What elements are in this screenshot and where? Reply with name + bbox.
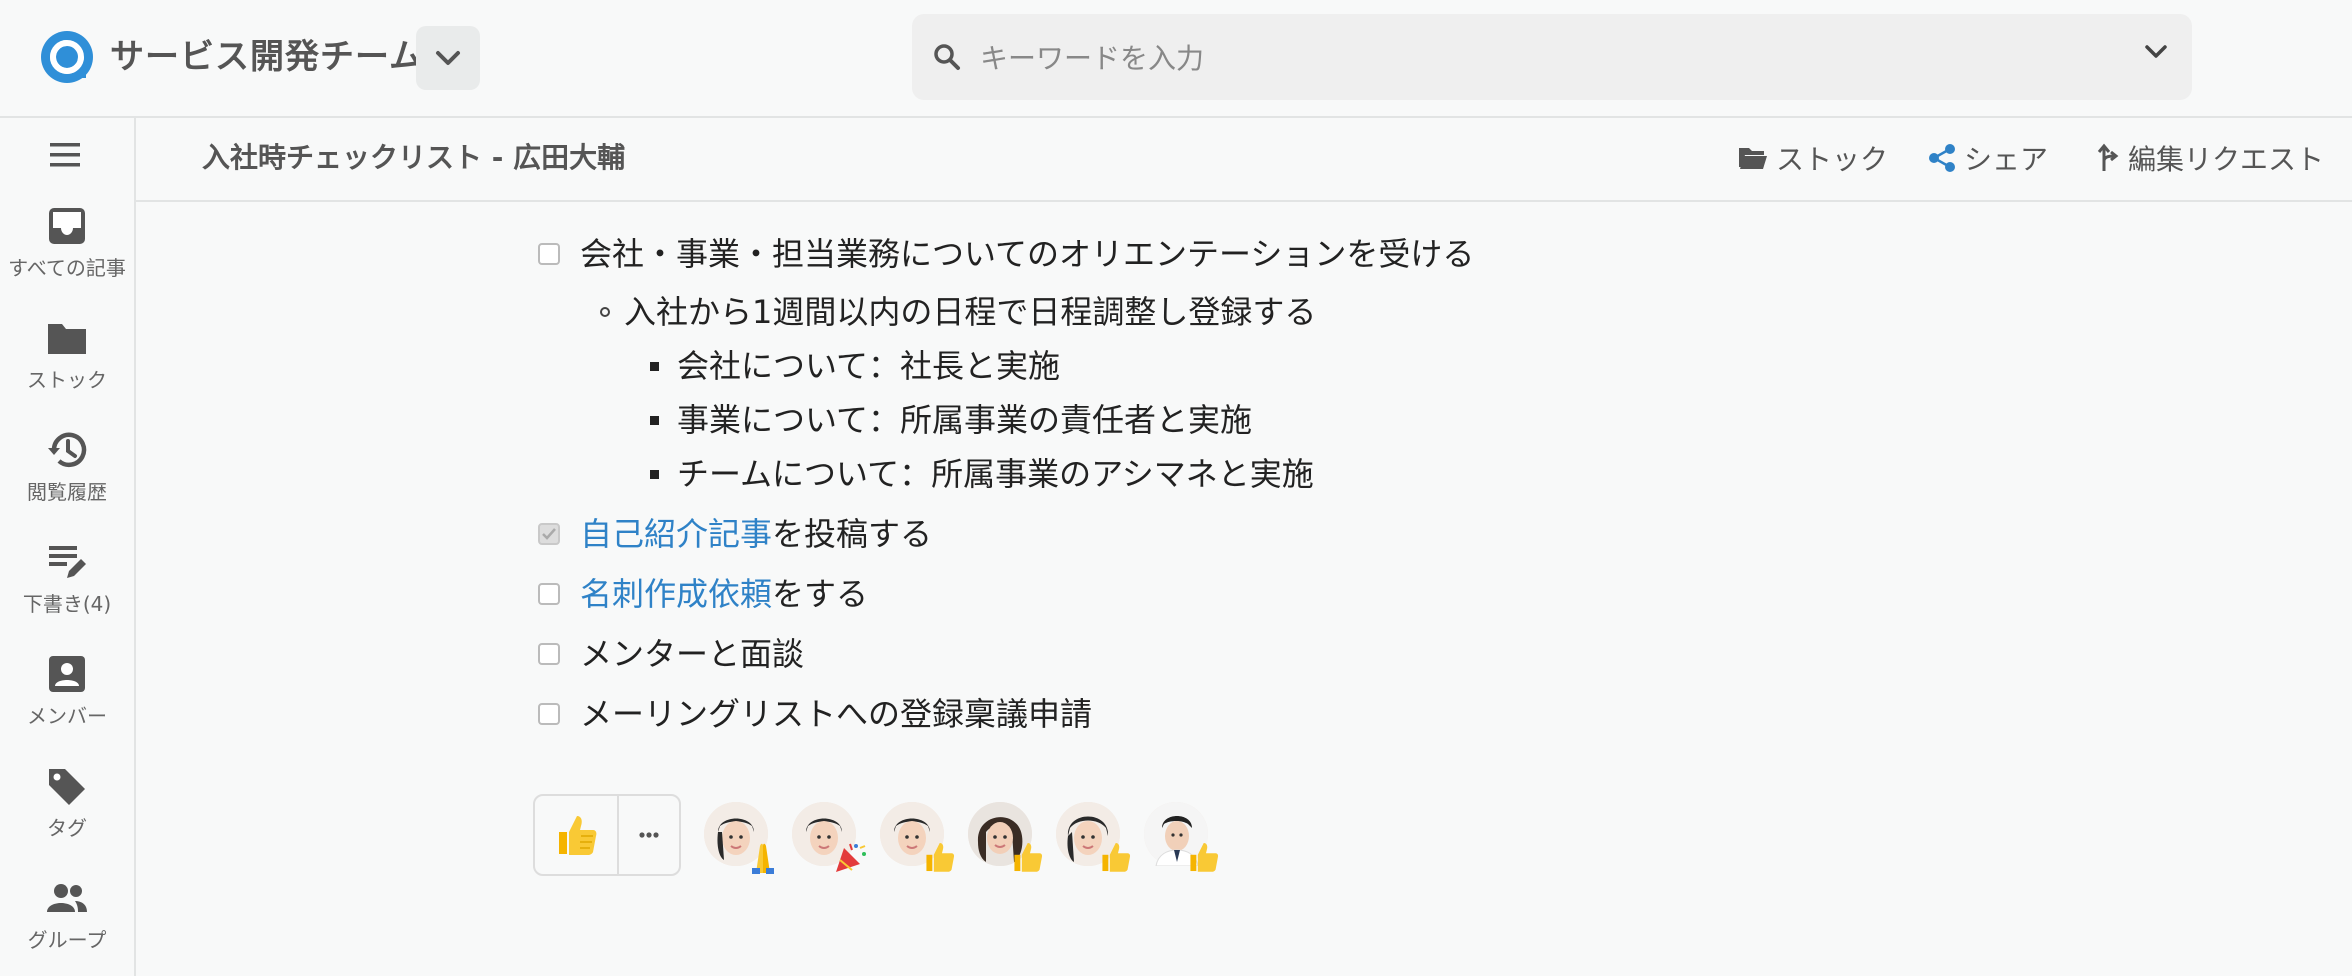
checklist-item-text: メンターと面談 bbox=[580, 635, 805, 673]
search-bar[interactable] bbox=[912, 14, 2192, 100]
checklist-item-text: をする bbox=[772, 575, 869, 613]
checkbox-checked[interactable] bbox=[538, 523, 560, 545]
checklist-item-text: を投稿する bbox=[772, 515, 933, 553]
sidebar: すべての記事 ストック 閲覧履歴 下書き(4) メンバー タグ グループ bbox=[0, 118, 136, 976]
stock-button[interactable]: ストック bbox=[1738, 138, 1888, 178]
like-button[interactable] bbox=[535, 796, 619, 874]
reaction-avatar[interactable] bbox=[792, 802, 866, 872]
list-item: 会社について：社長と実施 bbox=[650, 344, 1060, 388]
list-item-text: チームについて：所属事業のアシマネと実施 bbox=[677, 455, 1314, 493]
sidebar-item-label: 閲覧履歴 bbox=[27, 480, 107, 504]
list-item: 事業について：所属事業の責任者と実施 bbox=[650, 398, 1252, 442]
search-options-chevron-icon[interactable] bbox=[2144, 44, 2168, 60]
inbox-icon bbox=[49, 208, 85, 244]
folder-icon bbox=[48, 324, 86, 354]
sidebar-item-stock[interactable]: ストック bbox=[0, 316, 134, 393]
sidebar-item-groups[interactable]: グループ bbox=[0, 876, 134, 953]
app-logo-icon[interactable] bbox=[40, 30, 94, 84]
list-item-text: 会社について：社長と実施 bbox=[677, 347, 1061, 385]
circle-bullet-icon bbox=[600, 307, 610, 317]
thumbs-up-icon bbox=[559, 816, 597, 855]
team-switch-button[interactable] bbox=[416, 26, 480, 90]
checklist-item-text: 会社・事業・担当業務についてのオリエンテーションを受ける bbox=[580, 235, 1475, 273]
checklist-item-text: メーリングリストへの登録稟議申請 bbox=[580, 695, 1093, 733]
document-title: 入社時チェックリスト - 広田大輔 bbox=[202, 141, 626, 174]
reaction-avatar[interactable] bbox=[880, 802, 955, 872]
checkbox[interactable] bbox=[538, 583, 560, 605]
share-button-label: シェア bbox=[1964, 143, 2049, 176]
more-reactions-button[interactable] bbox=[619, 796, 679, 874]
search-icon bbox=[934, 44, 960, 70]
group-icon bbox=[47, 884, 87, 912]
list-item: 入社から1週間以内の日程で日程調整し登録する bbox=[600, 290, 1316, 334]
sidebar-item-drafts[interactable]: 下書き(4) bbox=[0, 540, 134, 617]
folder-open-icon bbox=[1739, 148, 1767, 169]
sidebar-item-all-articles[interactable]: すべての記事 bbox=[0, 204, 134, 281]
reaction-avatar[interactable] bbox=[968, 802, 1043, 872]
top-header: サービス開発チーム bbox=[0, 0, 2352, 118]
hamburger-menu-icon[interactable] bbox=[48, 140, 84, 170]
more-icon bbox=[639, 832, 659, 838]
thumbs-up-emoji-icon bbox=[1190, 842, 1219, 872]
checkmark-icon bbox=[542, 528, 556, 540]
team-name[interactable]: サービス開発チーム bbox=[110, 34, 424, 80]
square-bullet-icon bbox=[650, 361, 659, 371]
thumbs-up-emoji-icon bbox=[1102, 842, 1131, 872]
checklist-item: 名刺作成依頼 をする bbox=[538, 572, 868, 616]
list-item: チームについて：所属事業のアシマネと実施 bbox=[650, 452, 1314, 496]
sidebar-item-history[interactable]: 閲覧履歴 bbox=[0, 428, 134, 505]
sidebar-item-tags[interactable]: タグ bbox=[0, 764, 134, 841]
history-icon bbox=[48, 432, 87, 467]
checklist-item: メンターと面談 bbox=[538, 632, 804, 676]
reaction-avatar[interactable] bbox=[1144, 802, 1219, 872]
share-button[interactable]: シェア bbox=[1928, 138, 2048, 178]
pray-emoji-icon bbox=[752, 843, 774, 874]
edit-request-button[interactable]: 編集リクエスト bbox=[2096, 138, 2324, 178]
document-body: 会社・事業・担当業務についてのオリエンテーションを受ける 入社から1週間以内の日… bbox=[136, 202, 2352, 976]
sidebar-item-label: タグ bbox=[47, 816, 87, 840]
reaction-avatar[interactable] bbox=[704, 802, 774, 874]
business-card-request-link[interactable]: 名刺作成依頼 bbox=[580, 572, 772, 616]
tag-icon bbox=[49, 769, 85, 805]
sidebar-item-members[interactable]: メンバー bbox=[0, 652, 134, 729]
list-item-text: 入社から1週間以内の日程で日程調整し登録する bbox=[624, 293, 1317, 331]
checklist-item: 自己紹介記事 を投稿する bbox=[538, 512, 932, 556]
member-icon bbox=[49, 656, 85, 692]
self-introduction-link[interactable]: 自己紹介記事 bbox=[580, 512, 772, 556]
sidebar-item-label: メンバー bbox=[27, 704, 107, 728]
share-icon bbox=[1929, 144, 1955, 172]
sidebar-item-label: 下書き(4) bbox=[22, 592, 112, 616]
sidebar-item-label: ストック bbox=[27, 368, 107, 392]
square-bullet-icon bbox=[650, 469, 659, 479]
document-header: 入社時チェックリスト - 広田大輔 ストック シェア 編集リクエスト bbox=[136, 118, 2352, 202]
checkbox[interactable] bbox=[538, 243, 560, 265]
list-item-text: 事業について：所属事業の責任者と実施 bbox=[677, 401, 1253, 439]
merge-request-icon bbox=[2097, 143, 2119, 171]
thumbs-up-emoji-icon bbox=[1014, 842, 1043, 872]
thumbs-up-emoji-icon bbox=[926, 842, 955, 872]
checklist-item: 会社・事業・担当業務についてのオリエンテーションを受ける bbox=[538, 232, 1474, 276]
checkbox[interactable] bbox=[538, 703, 560, 725]
sidebar-item-label: グループ bbox=[27, 928, 107, 952]
draft-icon bbox=[49, 546, 86, 578]
search-input[interactable] bbox=[978, 32, 2042, 84]
reaction-avatar[interactable] bbox=[1056, 802, 1131, 872]
chevron-down-icon bbox=[436, 51, 460, 65]
checkbox[interactable] bbox=[538, 643, 560, 665]
edit-request-button-label: 編集リクエスト bbox=[2128, 143, 2325, 176]
party-popper-emoji-icon bbox=[836, 843, 866, 872]
sidebar-item-label: すべての記事 bbox=[8, 256, 126, 280]
stock-button-label: ストック bbox=[1776, 143, 1889, 176]
square-bullet-icon bbox=[650, 415, 659, 425]
checklist-item: メーリングリストへの登録稟議申請 bbox=[538, 692, 1092, 736]
reaction-bar bbox=[533, 794, 681, 876]
